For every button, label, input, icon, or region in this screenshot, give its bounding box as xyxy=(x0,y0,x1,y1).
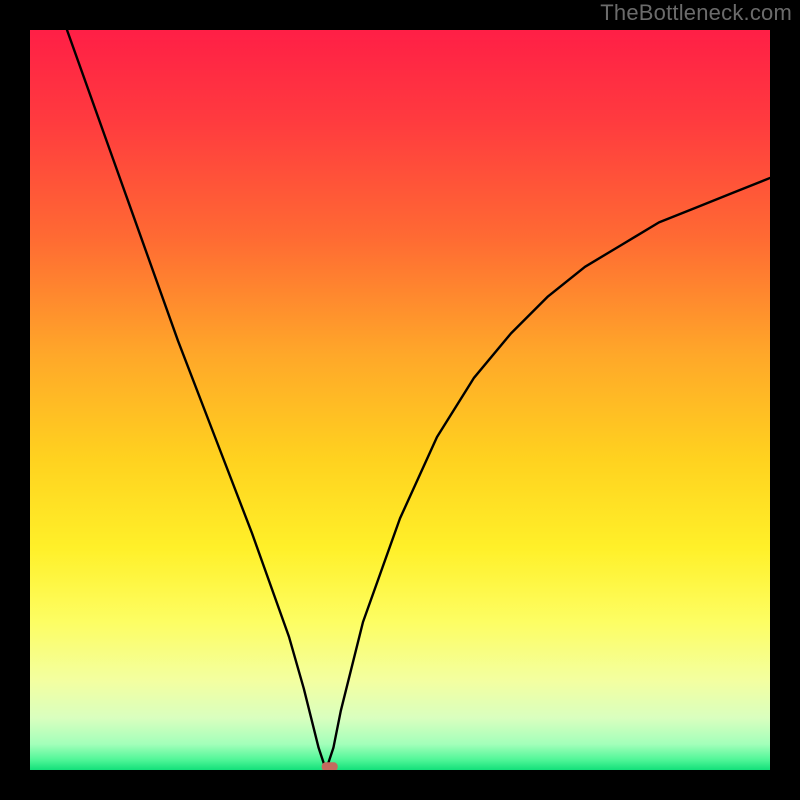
plot-area xyxy=(30,30,770,770)
chart-frame: TheBottleneck.com xyxy=(0,0,800,800)
minimum-marker xyxy=(322,762,338,770)
chart-svg xyxy=(30,30,770,770)
watermark-text: TheBottleneck.com xyxy=(600,0,792,26)
gradient-background xyxy=(30,30,770,770)
